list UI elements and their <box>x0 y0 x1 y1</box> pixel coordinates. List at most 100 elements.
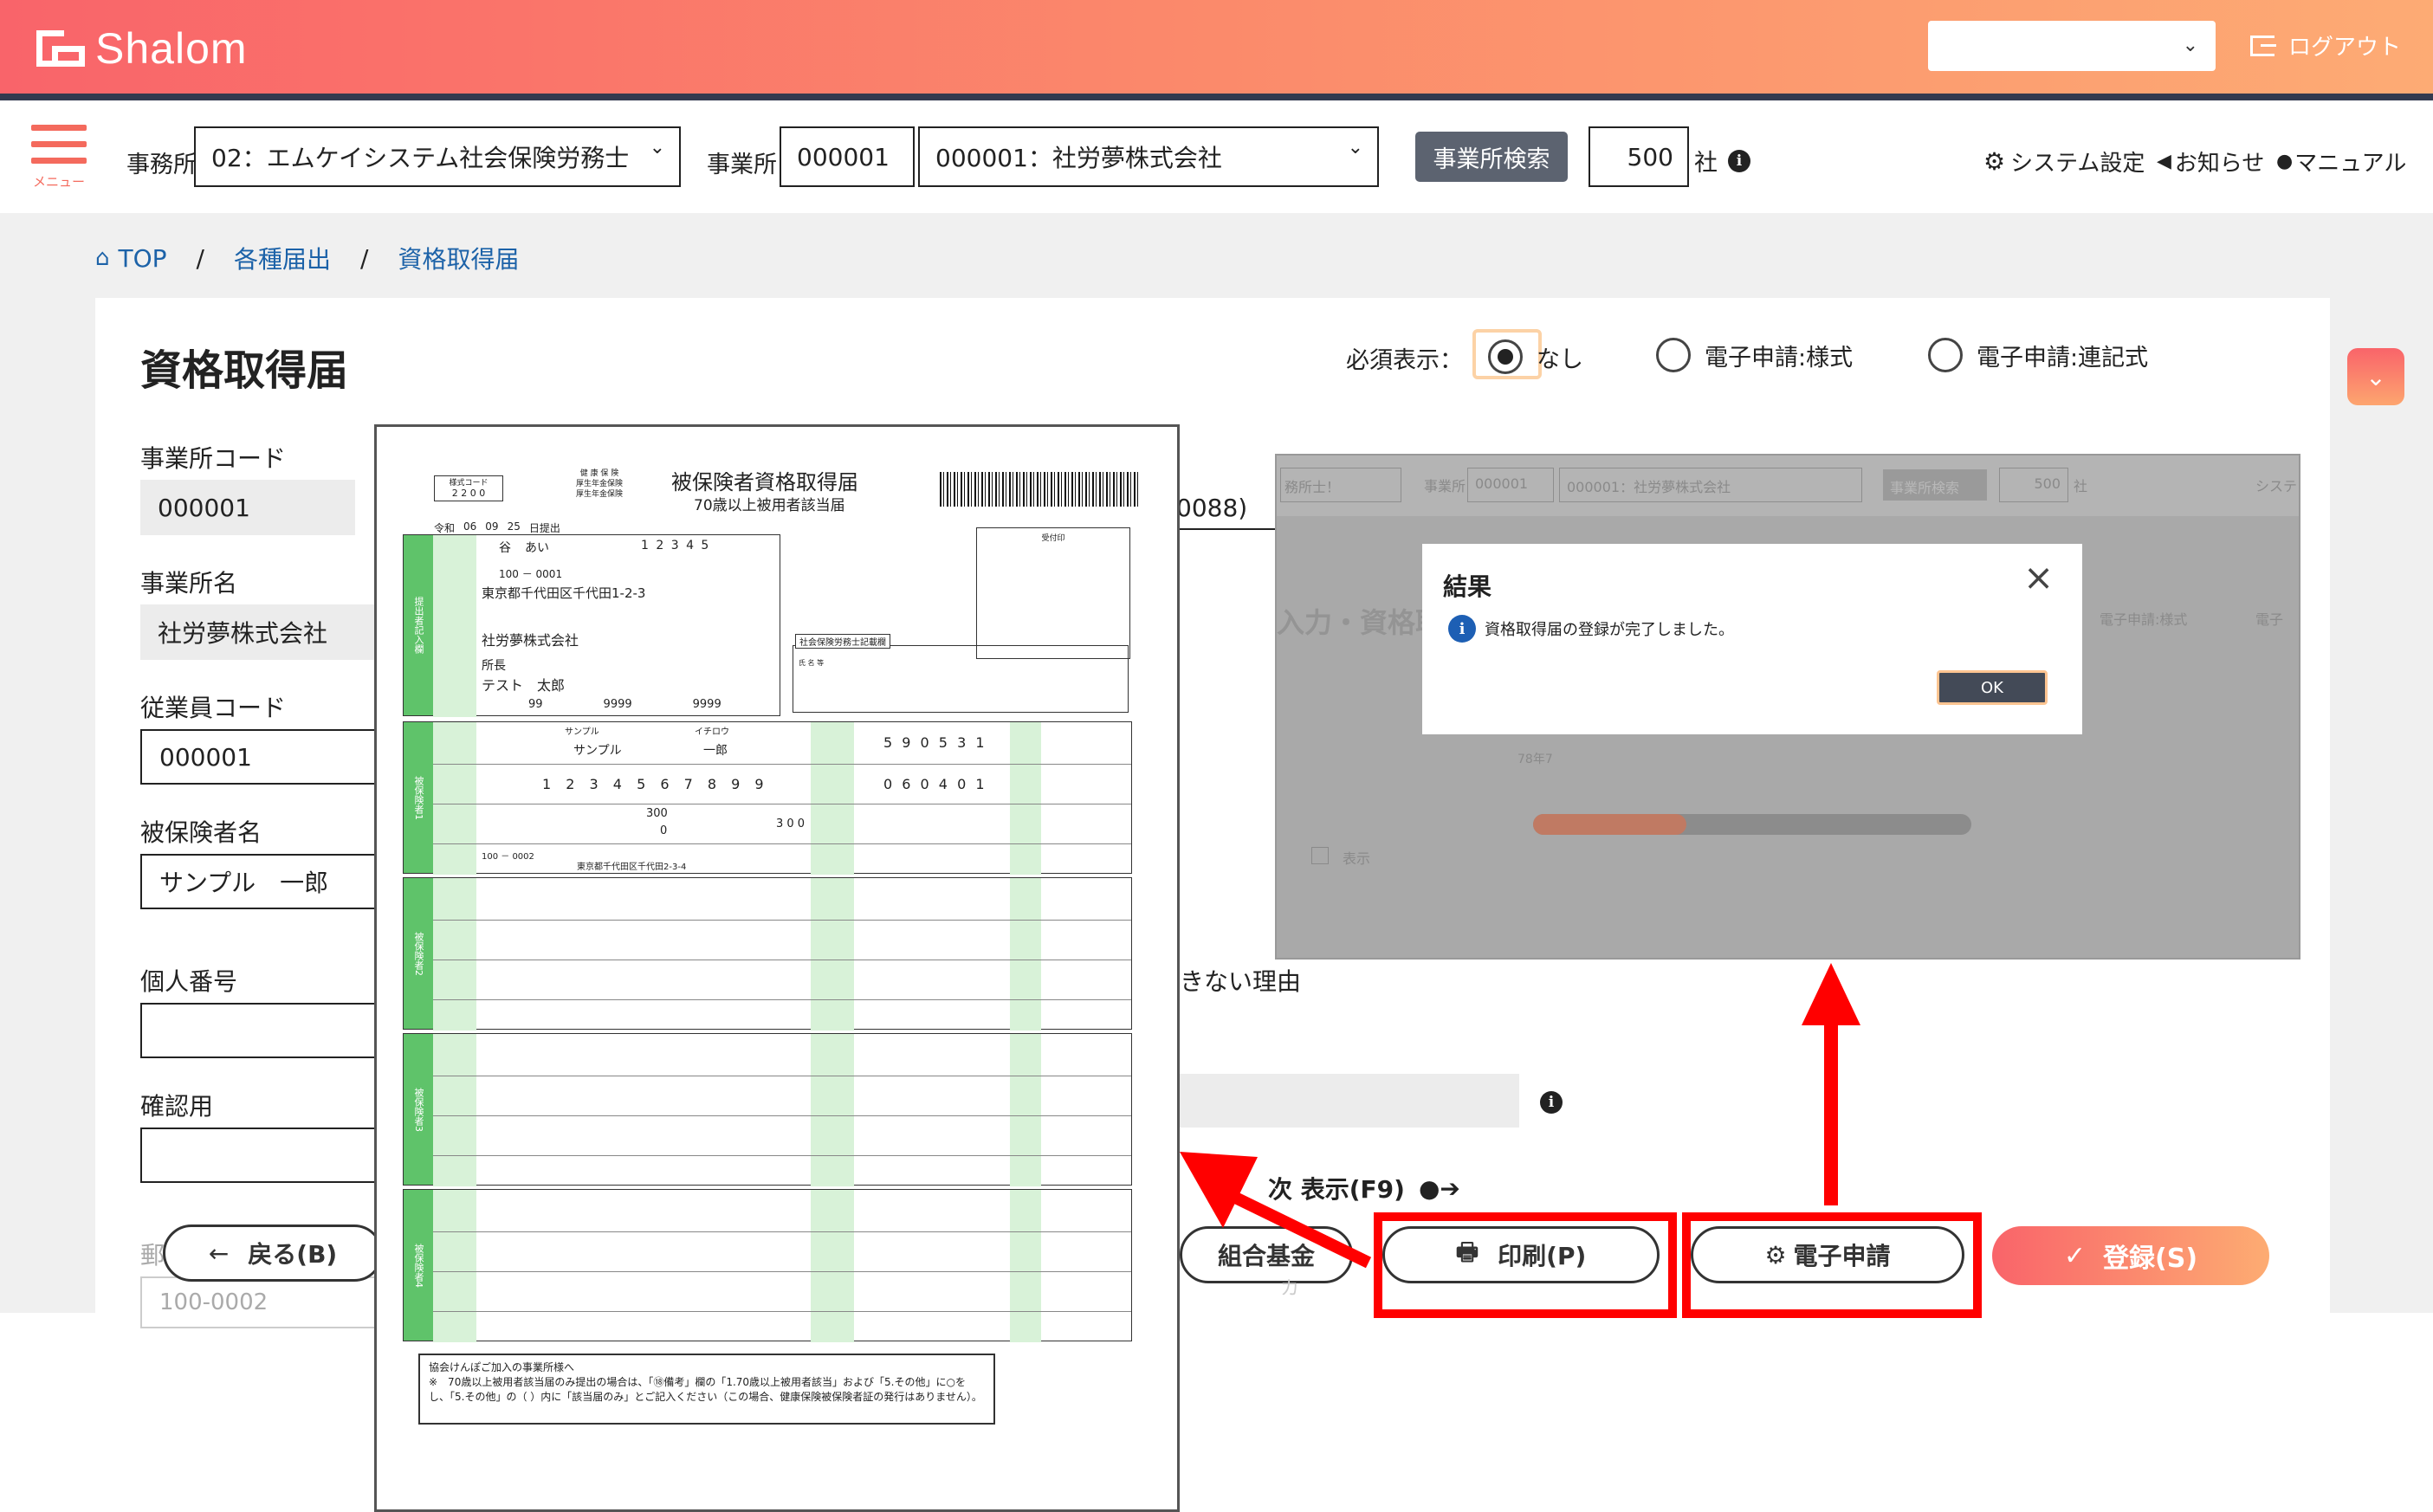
collapse-button[interactable]: ⌄ <box>2347 348 2404 405</box>
form-code-label: 様式コード <box>449 479 489 488</box>
establishment-search-button[interactable]: 事業所検索 <box>1415 132 1568 182</box>
chevron-down-icon: ⌄ <box>2182 35 2198 56</box>
next-display-button[interactable]: 次 表示(F9) ●➔ <box>1268 1171 1460 1205</box>
establishment-code-field: 000001 <box>140 480 355 535</box>
paper-company: 社労夢株式会社 <box>482 632 579 649</box>
personal-number-confirm-input[interactable] <box>140 1128 391 1183</box>
person-arrow-icon: ●➔ <box>1418 1173 1460 1203</box>
chevron-down-icon: ⌄ <box>1347 137 1363 158</box>
menu-button[interactable]: メニュー <box>31 125 87 191</box>
establishment-select-value: 000001：社労夢株式会社 <box>935 144 1222 172</box>
notices-label: お知らせ <box>2174 151 2265 177</box>
office-label: 事務所 <box>126 152 197 178</box>
fund-button[interactable]: 組合基金 <box>1180 1226 1353 1283</box>
arrow-left-icon: ← <box>208 1238 230 1268</box>
radio-none[interactable]: なし <box>1488 339 1583 374</box>
company-count-input[interactable]: 500 <box>1589 126 1689 187</box>
result-dialog: 結果 × i 資格取得届の登録が完了しました。 OK <box>1422 544 2082 734</box>
bg-code: 000001 <box>1467 468 1554 502</box>
personal-number-input[interactable] <box>140 1003 391 1058</box>
office-number: 1 2 3 4 5 <box>641 539 711 552</box>
employee-code-label: 従業員コード <box>140 694 287 722</box>
breadcrumb-top[interactable]: TOP <box>119 244 167 273</box>
logout-button[interactable]: ログアウト <box>2250 29 2401 61</box>
system-settings-link[interactable]: ⚙ システム設定 <box>1983 145 2145 178</box>
submitter-section: 提出者記入欄 谷 あい 1 2 3 4 5 100 － 0001 東京都千代田区… <box>403 534 780 717</box>
paper-zip: 100 － 0001 <box>499 568 563 580</box>
insured-address: 東京都千代田区千代田2-3-4 <box>577 863 687 872</box>
date-month: 09 <box>485 520 499 533</box>
radio-button-selected <box>1488 339 1523 374</box>
date-suffix: 日提出 <box>528 522 560 534</box>
header-user-select[interactable]: ⌄ <box>1928 21 2216 71</box>
sharoushi-name-label: 氏 名 等 <box>799 659 825 667</box>
office-code: 谷 あい 1 2 3 4 5 <box>499 539 710 556</box>
bg-progress-fill <box>1533 814 1687 835</box>
next-display-label: 次 表示(F9) <box>1268 1175 1405 1204</box>
bg-checkbox <box>1311 847 1329 864</box>
radio-e-combined-label: 電子申請:連記式 <box>1977 344 2149 372</box>
radio-e-combined[interactable]: 電子申請:連記式 <box>1928 338 2148 372</box>
bg-check-label: 表示 <box>1343 850 1371 867</box>
insured-section-3: 被保険者3 <box>403 1033 1132 1186</box>
agency-line2: 厚生年金保険 <box>576 480 624 488</box>
establishment-name-label: 事業所名 <box>140 569 238 598</box>
bg-office-select: 務所士！ <box>1280 468 1401 502</box>
radio-e-form-label: 電子申請:様式 <box>1705 344 1854 372</box>
date-era: 令和 <box>434 522 456 534</box>
breadcrumb-separator: / <box>196 243 204 273</box>
info-icon: i <box>1448 615 1476 643</box>
bg-sys: システ <box>2255 478 2298 494</box>
close-icon[interactable]: × <box>2023 556 2054 598</box>
register-button[interactable]: ✓ 登録(S) <box>1992 1226 2269 1285</box>
kana-surname: サンプル <box>565 727 599 737</box>
highlight-e-apply <box>1682 1212 1982 1318</box>
side-submitter: 提出者記入欄 <box>404 535 433 715</box>
bg-radio1: 電子申請:様式 <box>2100 611 2188 628</box>
bg-radio2: 電子 <box>2255 611 2284 628</box>
bg-name: 000001：社労夢株式会社 <box>1559 468 1862 502</box>
insured-zip: 100 － 0002 <box>482 852 534 862</box>
chevron-down-icon: ⌄ <box>649 137 665 158</box>
manual-link[interactable]: ● マニュアル <box>2276 145 2406 178</box>
field-underline <box>1180 528 1277 530</box>
paper-title: 被保険者資格取得届 <box>671 470 858 494</box>
register-label: 登録(S) <box>2103 1244 2198 1274</box>
phone-3: 9999 <box>692 698 721 711</box>
breadcrumb-level2[interactable]: 資格取得届 <box>398 241 519 275</box>
info-icon[interactable]: i <box>1728 149 1750 172</box>
zip-input[interactable]: 100-0002 <box>140 1276 391 1328</box>
insured-surname: サンプル <box>573 744 622 758</box>
insured-name-input[interactable]: サンプル 一郎 <box>140 854 391 909</box>
app-logo[interactable]: Shalom <box>36 24 248 73</box>
barcode <box>940 472 1141 507</box>
office-code-2: あい <box>525 541 549 555</box>
salary-2: 0 <box>660 824 668 837</box>
employee-code-input[interactable]: 000001 <box>140 729 391 785</box>
zip-label: 郵 <box>140 1241 165 1270</box>
bg-search: 事業所検索 <box>1883 469 1987 501</box>
partial-text-right: 0088) <box>1176 494 1248 522</box>
establishment-code-input[interactable]: 000001 <box>780 126 915 187</box>
establishment-code-label: 事業所コード <box>140 444 287 473</box>
radio-e-form[interactable]: 電子申請:様式 <box>1656 338 1853 372</box>
breadcrumb-level1[interactable]: 各種届出 <box>234 241 331 275</box>
office-select[interactable]: 02：エムケイシステム社会保険労務士 ⌄ <box>194 126 681 187</box>
info-icon[interactable]: i <box>1540 1091 1563 1114</box>
insured-name-label: 被保険者名 <box>140 818 262 847</box>
notices-link[interactable]: ◀ お知らせ <box>2157 145 2264 178</box>
radio-button <box>1928 338 1963 372</box>
company-count-unit: 社 <box>1694 150 1718 177</box>
page-title: 資格取得届 <box>140 346 349 395</box>
readonly-field <box>1180 1074 1519 1128</box>
ok-button[interactable]: OK <box>1937 670 2048 705</box>
kana-given: イチロウ <box>695 727 729 737</box>
insured-section-1: 被保険者1 サンプル イチロウ サンプル 一郎 5 9 0 5 3 1 1 2 … <box>403 721 1132 875</box>
hamburger-icon <box>31 125 87 131</box>
bg-progress-track <box>1533 814 1971 835</box>
breadcrumb-separator: / <box>360 243 369 273</box>
establishment-select[interactable]: 000001：社労夢株式会社 ⌄ <box>918 126 1379 187</box>
back-button[interactable]: ← 戻る(B) <box>163 1224 383 1282</box>
side-insured-3: 被保険者3 <box>404 1034 433 1185</box>
bg-unit: 社 <box>2074 478 2088 494</box>
